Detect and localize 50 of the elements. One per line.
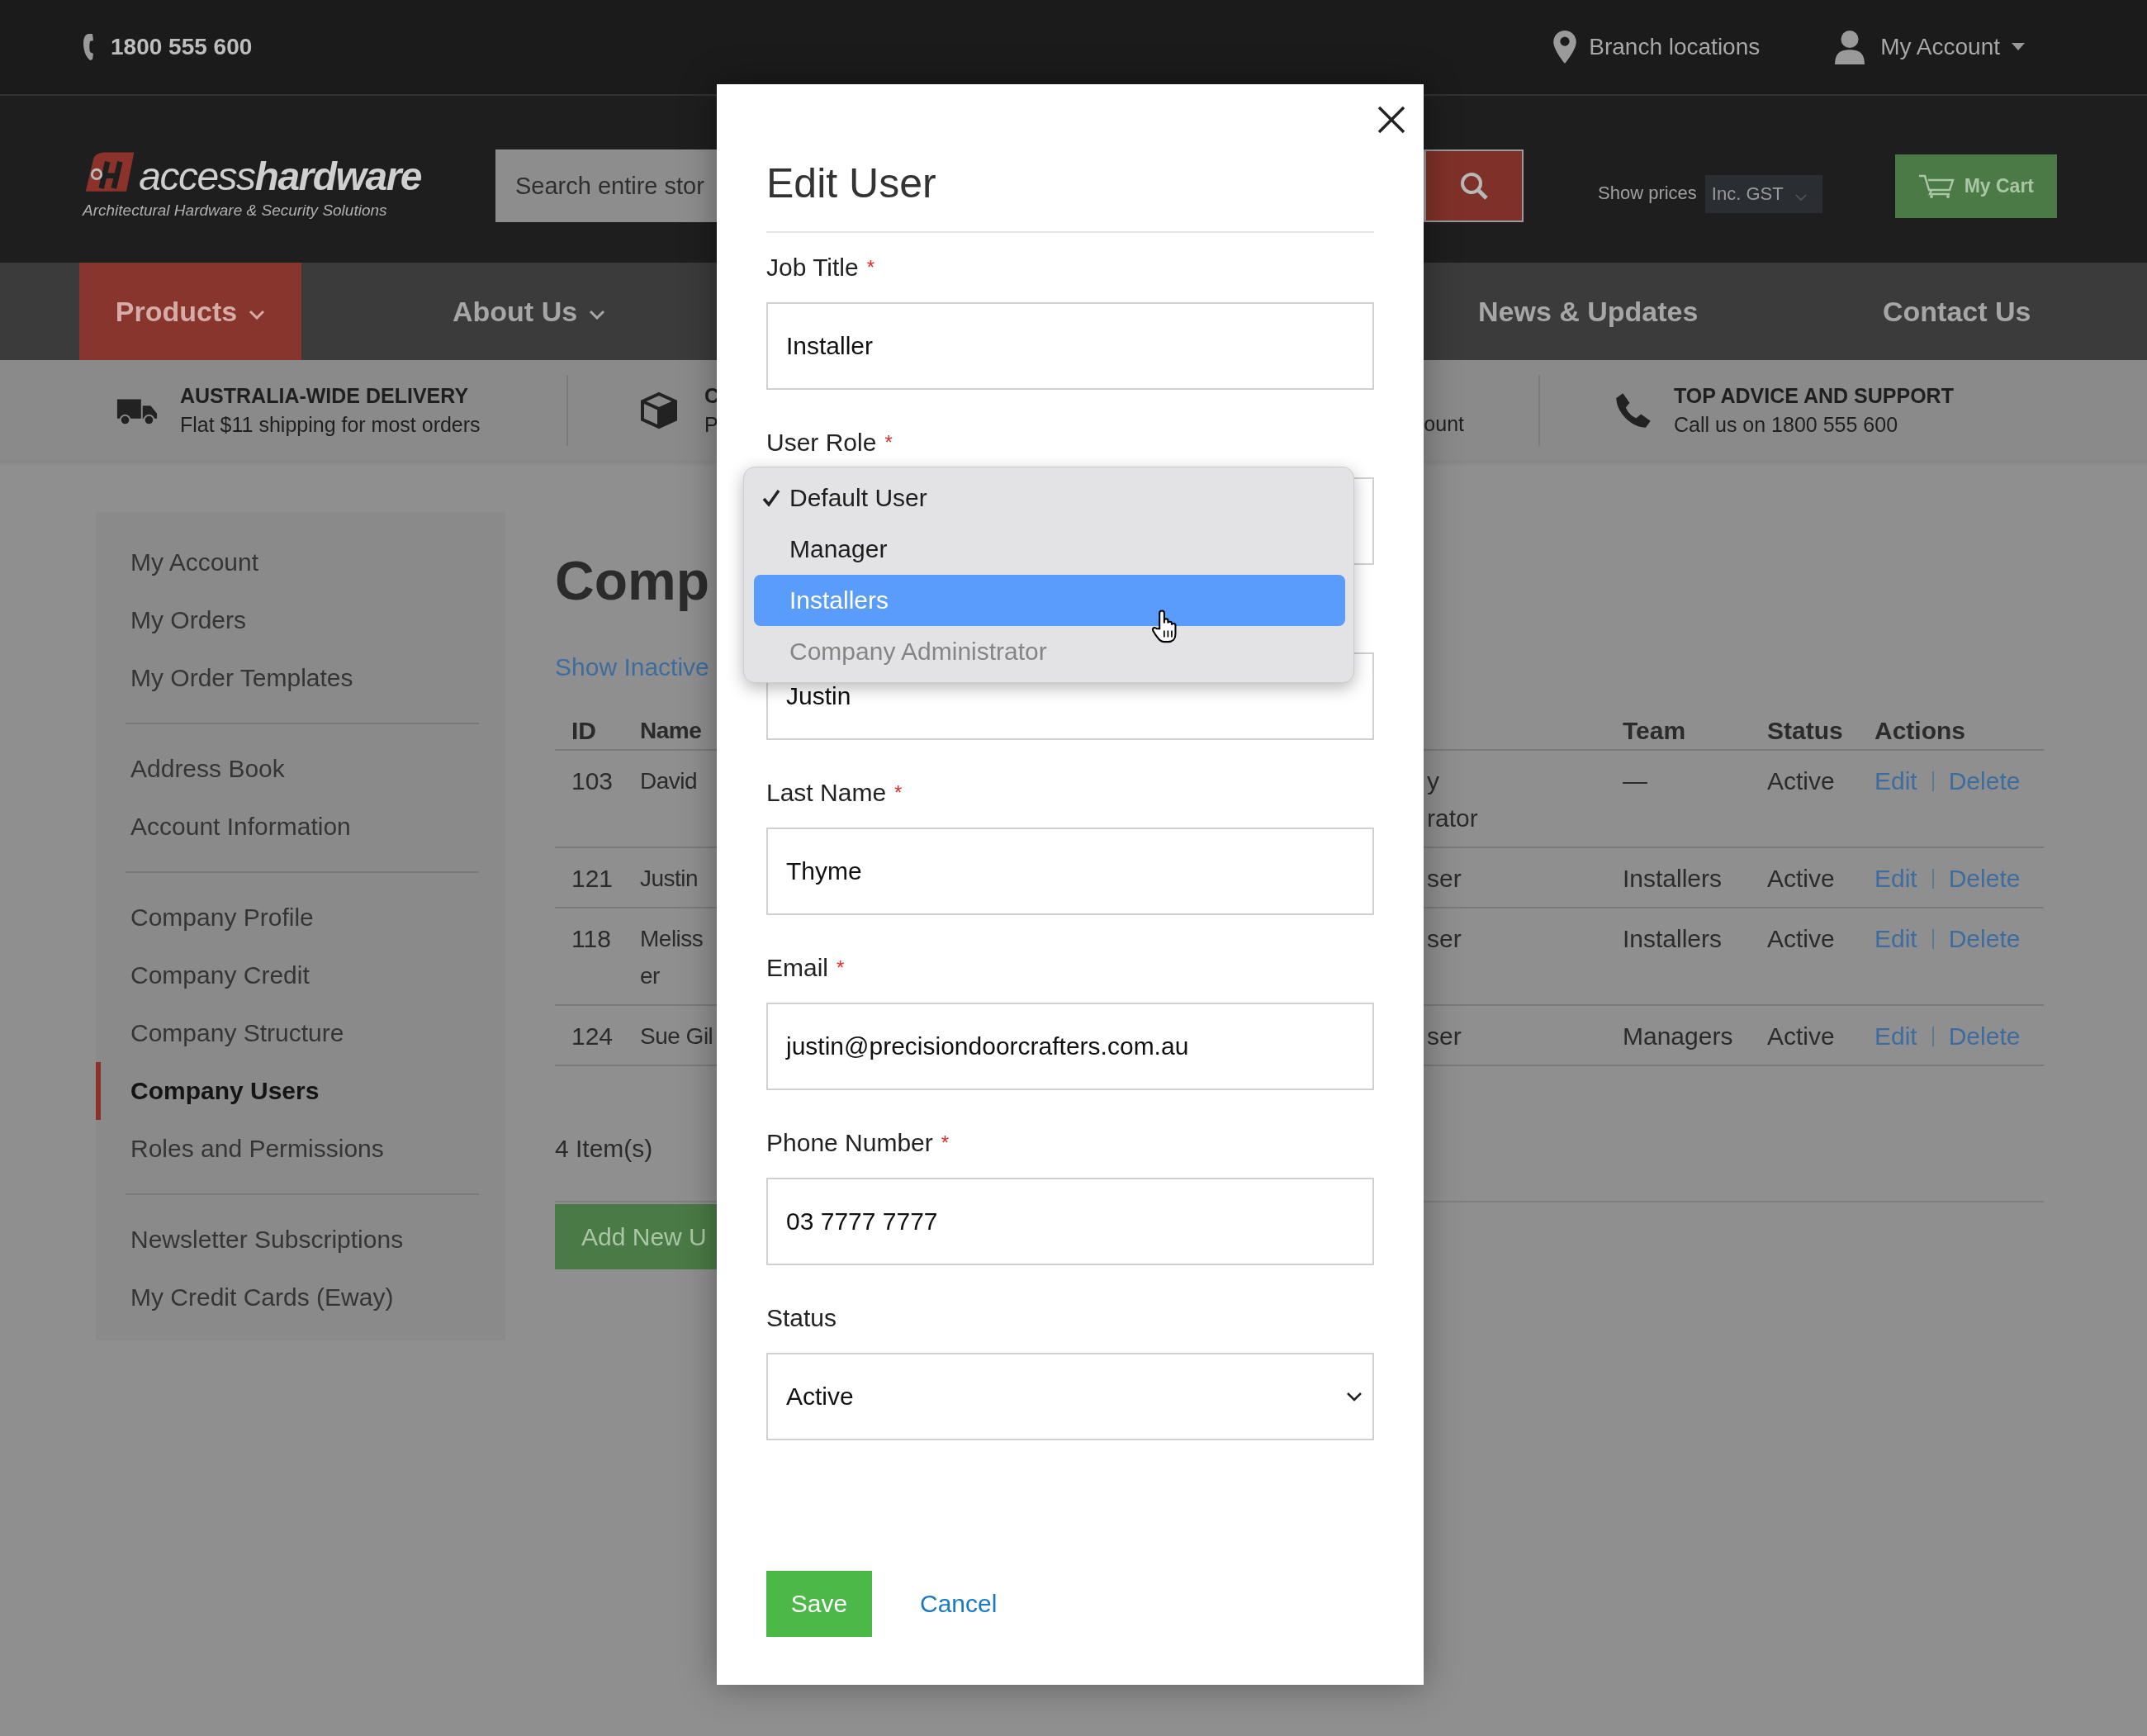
table-cell-text: y [1427,766,1439,796]
benefit-text: Flat $11 shipping for most orders [180,413,481,437]
benefit-title: AUSTRALIA-WIDE DELIVERY [180,384,470,408]
required-mark: * [837,956,845,980]
field-label: Last Name [766,778,887,808]
benefit-text: Call us on 1800 555 600 [1674,413,1899,437]
table-cell-text: Active [1767,1022,1836,1051]
logo-tagline: Architectural Hardware & Security Solutions [83,202,388,220]
table-cell-text: — [1623,766,1648,796]
required-mark: * [941,1131,950,1155]
show-prices-label: Show prices [1598,183,1697,204]
required-mark: * [884,430,893,455]
table-cell-text: Sue Gil [640,1022,713,1051]
table-cell-text: Installers [1623,924,1723,954]
table-cell-text: 103 [571,766,614,796]
table-cell-text: 118 [571,924,612,954]
column-header: Actions [1874,716,1965,746]
field-label: Status [766,1303,837,1333]
field-label: User Role [766,428,877,458]
table-cell-text: Active [1767,924,1836,954]
table-cell-text: ser [1427,924,1462,954]
benefit-title: TOP ADVICE AND SUPPORT [1674,384,1954,408]
benefit-text: P [704,413,719,437]
table-cell-text: Meliss [640,925,704,953]
column-header: Team [1623,716,1687,746]
field-label: Email [766,953,828,983]
benefit-text: ount [1424,412,1464,436]
page-title: Comp [555,549,709,613]
dialog-title: Edit User [766,84,1374,233]
table-cell-text: Installers [1623,864,1723,894]
column-header: Status [1767,716,1844,746]
column-header: ID [571,716,597,746]
logo-wordmark: accesshardware [139,157,421,197]
table-cell-text: ser [1427,1022,1462,1051]
table-cell-text: rator [1427,804,1478,833]
column-header: Name [640,717,703,745]
required-mark: * [894,780,903,805]
field-label: Phone Number [766,1128,933,1158]
table-cell-text: er [640,962,660,990]
field-label: Job Title [766,253,859,282]
required-mark: * [866,255,875,280]
table-cell-text: Active [1767,864,1836,894]
table-cell-text: Justin [640,865,699,893]
table-cell-text: Managers [1623,1022,1734,1051]
table-cell-text: David [640,767,698,795]
table-cell-text: 121 [571,864,614,894]
table-cell-text: Active [1767,766,1836,796]
table-cell-text: ser [1427,864,1462,894]
item-count: 4 Item(s) [555,1134,653,1164]
table-cell-text: 124 [571,1022,614,1051]
